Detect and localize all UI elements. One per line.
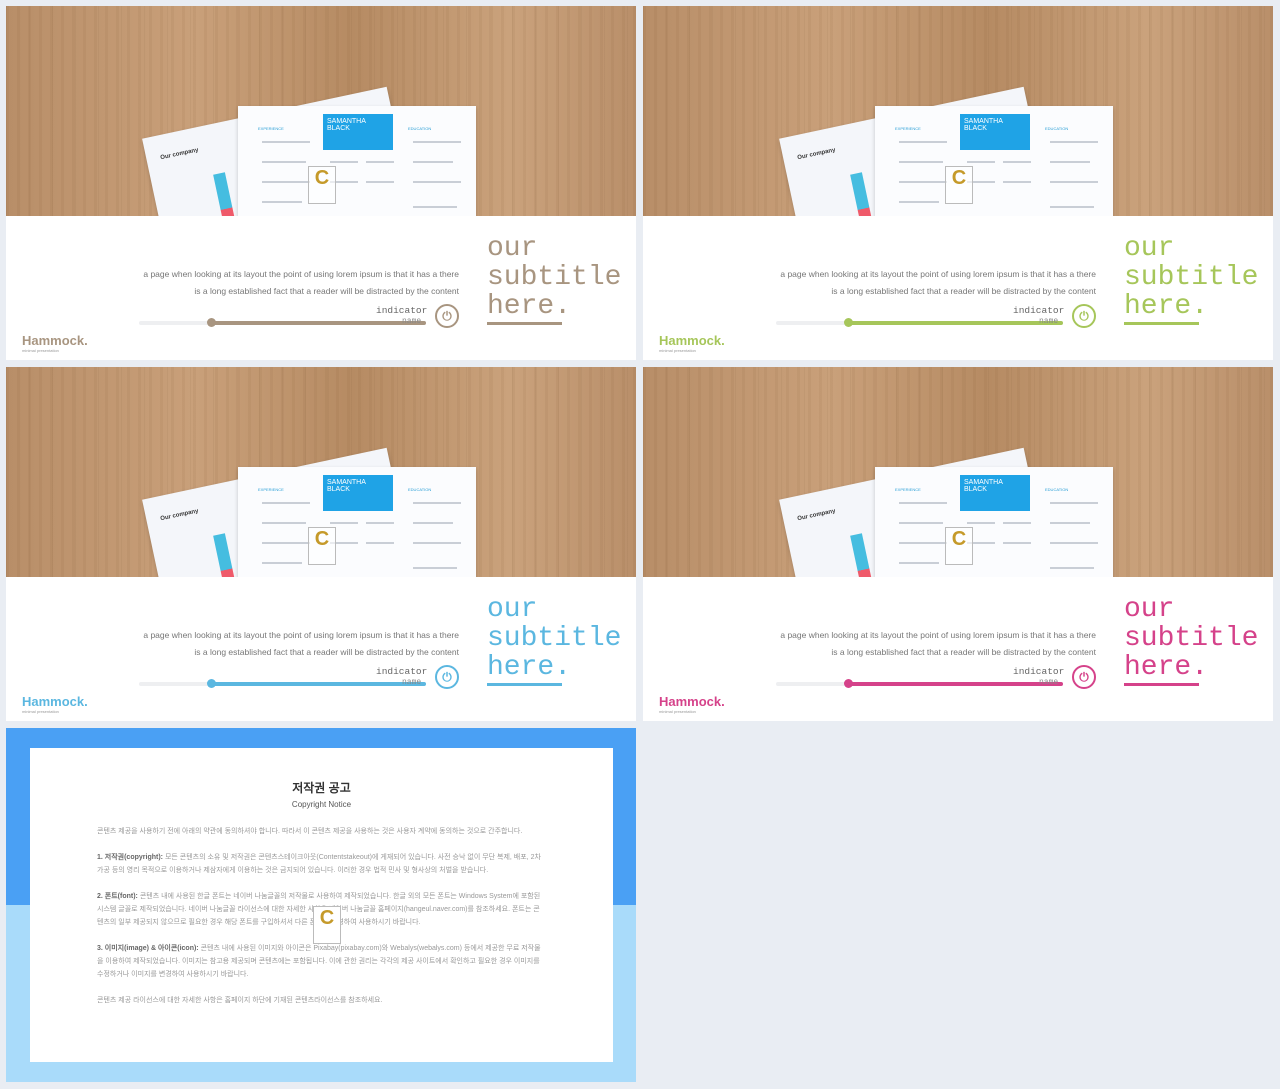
resume-name: SAMANTHA BLACK	[960, 114, 1030, 150]
watermark-logo: C	[945, 166, 973, 204]
chart-paper-title: Our company	[796, 147, 837, 162]
resume-paper: EXPERIENCE EDUCATION SAMANTHA BLACK	[875, 106, 1113, 216]
paragraph-line: is a long established fact that a reader…	[194, 647, 459, 657]
title-underline	[1124, 322, 1199, 325]
slide-title: our subtitle here.	[487, 594, 622, 683]
paragraph-line: a page when looking at its layout the po…	[143, 269, 459, 279]
resume-heading: EXPERIENCE	[258, 126, 284, 131]
plug-icon: ⏻	[1072, 304, 1096, 328]
chart-paper-title: Our company	[796, 508, 837, 523]
resume-paper: EXPERIENCE EDUCATION SAMANTHA BLACK	[238, 467, 476, 577]
copyright-section-1: 1. 저작권(copyright): 모든 콘텐츠의 소유 및 저작권은 콘텐츠…	[97, 851, 546, 877]
copyright-section-3: 3. 이미지(image) & 아이콘(icon): 콘텐츠 내에 사용된 이미…	[97, 942, 546, 981]
plug-icon: ⏻	[1072, 665, 1096, 689]
resume-heading: EDUCATION	[408, 126, 432, 131]
indicator-label: indicator	[1013, 666, 1065, 677]
section-label: 3. 이미지(image) & 아이콘(icon):	[97, 945, 199, 952]
indicator-knob[interactable]	[206, 679, 216, 688]
body-paragraph: a page when looking at its layout the po…	[780, 266, 1096, 300]
resume-heading: EDUCATION	[1045, 126, 1069, 131]
indicator-fill	[847, 682, 1063, 686]
plug-icon: ⏻	[435, 665, 459, 689]
copyright-title: 저작권 공고	[292, 781, 351, 795]
brand-logo: Hammock.	[22, 694, 88, 709]
indicator-fill	[210, 321, 426, 325]
copyright-subtitle: Copyright Notice	[291, 800, 352, 809]
indicator-knob[interactable]	[206, 318, 216, 327]
resume-heading: EXPERIENCE	[895, 487, 921, 492]
watermark-logo: C	[945, 527, 973, 565]
slide-thumbnail-4[interactable]: Our company EXPERIENCE EDUCATION SAMANTH…	[643, 367, 1273, 721]
brand-tagline: minimal presentation	[659, 348, 696, 353]
brand-tagline: minimal presentation	[659, 709, 696, 714]
body-paragraph: a page when looking at its layout the po…	[143, 627, 459, 661]
resume-paper: EXPERIENCE EDUCATION SAMANTHA BLACK	[875, 467, 1113, 577]
indicator-name: name	[1039, 317, 1059, 326]
resume-heading: EXPERIENCE	[895, 126, 921, 131]
title-underline	[487, 683, 562, 686]
indicator-label: indicator	[376, 666, 428, 677]
indicator-label: indicator	[376, 305, 428, 316]
chart-paper-title: Our company	[159, 508, 200, 523]
slide-thumbnail-2[interactable]: Our company EXPERIENCE EDUCATION SAMANTH…	[643, 6, 1273, 360]
brand-tagline: minimal presentation	[22, 348, 59, 353]
desk-photo: Our company EXPERIENCE EDUCATION SAMANTH…	[6, 367, 636, 577]
brand-logo: Hammock.	[659, 694, 725, 709]
slide-thumbnail-3[interactable]: Our company EXPERIENCE EDUCATION SAMANTH…	[6, 367, 636, 721]
copyright-intro: 콘텐츠 제공을 사용하기 전에 아래의 약관에 동의하셔야 합니다. 따라서 이…	[97, 828, 523, 835]
resume-heading: EDUCATION	[1045, 487, 1069, 492]
paragraph-line: a page when looking at its layout the po…	[780, 269, 1096, 279]
paragraph-line: is a long established fact that a reader…	[831, 286, 1096, 296]
indicator-name: name	[402, 678, 422, 687]
brand-tagline: minimal presentation	[22, 709, 59, 714]
watermark-logo: C	[313, 906, 341, 944]
desk-photo: Our company EXPERIENCE EDUCATION SAMANTH…	[643, 367, 1273, 577]
copyright-panel: 저작권 공고 Copyright Notice 콘텐츠 제공을 사용하기 전에 …	[30, 748, 613, 1062]
chart-paper-title: Our company	[159, 147, 200, 162]
watermark-logo: C	[308, 166, 336, 204]
copyright-footer: 콘텐츠 제공 라이선스에 대한 자세한 사항은 홈페이지 하단에 기재된 콘텐츠…	[97, 997, 383, 1004]
desk-photo: Our company EXPERIENCE EDUCATION SAMANTH…	[643, 6, 1273, 216]
desk-photo: Our company EXPERIENCE EDUCATION SAMANTH…	[6, 6, 636, 216]
watermark-logo: C	[308, 527, 336, 565]
indicator-label: indicator	[1013, 305, 1065, 316]
brand-logo: Hammock.	[22, 333, 88, 348]
body-paragraph: a page when looking at its layout the po…	[780, 627, 1096, 661]
copyright-slide[interactable]: 저작권 공고 Copyright Notice 콘텐츠 제공을 사용하기 전에 …	[6, 728, 636, 1082]
resume-paper: EXPERIENCE EDUCATION SAMANTHA BLACK	[238, 106, 476, 216]
slide-thumbnail-1[interactable]: Our company EXPERIENCE EDUCATION SAMANTH…	[6, 6, 636, 360]
resume-name: SAMANTHA BLACK	[323, 475, 393, 511]
body-paragraph: a page when looking at its layout the po…	[143, 266, 459, 300]
paragraph-line: a page when looking at its layout the po…	[143, 630, 459, 640]
title-underline	[1124, 683, 1199, 686]
slide-title: our subtitle here.	[1124, 594, 1259, 683]
indicator-name: name	[1039, 678, 1059, 687]
indicator-name: name	[402, 317, 422, 326]
title-underline	[487, 322, 562, 325]
indicator-knob[interactable]	[843, 318, 853, 327]
indicator-fill	[847, 321, 1063, 325]
resume-heading: EXPERIENCE	[258, 487, 284, 492]
resume-name: SAMANTHA BLACK	[323, 114, 393, 150]
plug-icon: ⏻	[435, 304, 459, 328]
resume-name: SAMANTHA BLACK	[960, 475, 1030, 511]
section-text: 모든 콘텐츠의 소유 및 저작권은 콘텐츠스테이크아웃(Contentstake…	[97, 854, 541, 874]
paragraph-line: a page when looking at its layout the po…	[780, 630, 1096, 640]
resume-heading: EDUCATION	[408, 487, 432, 492]
indicator-knob[interactable]	[843, 679, 853, 688]
paragraph-line: is a long established fact that a reader…	[194, 286, 459, 296]
slide-title: our subtitle here.	[487, 233, 622, 322]
section-label: 2. 폰트(font):	[97, 893, 138, 900]
brand-logo: Hammock.	[659, 333, 725, 348]
section-label: 1. 저작권(copyright):	[97, 854, 163, 861]
slide-title: our subtitle here.	[1124, 233, 1259, 322]
indicator-fill	[210, 682, 426, 686]
paragraph-line: is a long established fact that a reader…	[831, 647, 1096, 657]
